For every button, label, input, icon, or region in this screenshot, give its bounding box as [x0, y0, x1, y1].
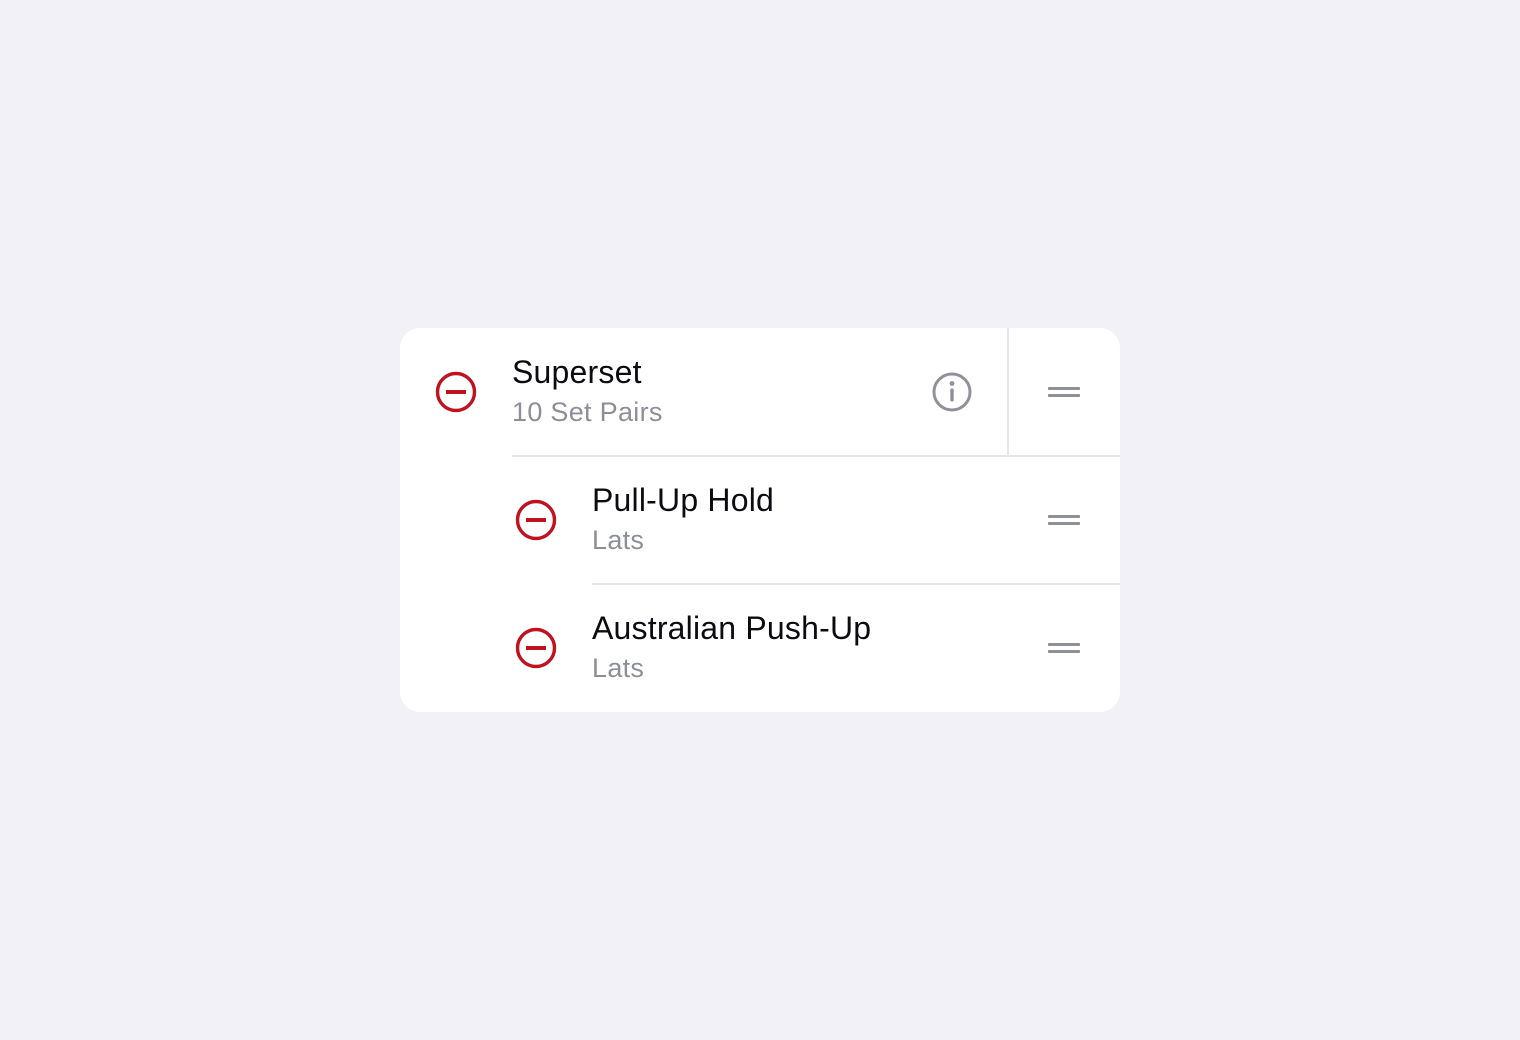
drag-handle-icon	[1048, 387, 1080, 390]
superset-title: Superset	[512, 354, 642, 390]
superset-text: Superset 10 Set Pairs	[512, 352, 663, 430]
vertical-divider	[1007, 328, 1009, 456]
exercise-name: Australian Push-Up	[592, 610, 872, 646]
superset-info-button[interactable]	[930, 370, 974, 414]
superset-drag-handle[interactable]	[1044, 378, 1084, 406]
exercise-drag-handle[interactable]	[1044, 634, 1084, 662]
exercise-row: Pull-Up Hold Lats	[400, 456, 1120, 584]
exercise-text: Australian Push-Up Lats	[592, 608, 871, 686]
superset-card: Superset 10 Set Pairs Pull-Up Hold Lats …	[400, 328, 1120, 712]
superset-row: Superset 10 Set Pairs	[400, 328, 1120, 456]
superset-subtitle: 10 Set Pairs	[512, 397, 663, 427]
minus-circle-icon	[515, 499, 557, 541]
exercise-drag-handle[interactable]	[1044, 506, 1084, 534]
drag-handle-icon	[1048, 643, 1080, 646]
drag-handle-icon	[1048, 515, 1080, 518]
delete-superset-button[interactable]	[434, 370, 478, 414]
info-icon	[932, 372, 972, 412]
exercise-name: Pull-Up Hold	[592, 482, 775, 518]
exercise-muscle: Lats	[592, 653, 645, 683]
exercise-row: Australian Push-Up Lats	[400, 584, 1120, 712]
exercise-text: Pull-Up Hold Lats	[592, 480, 774, 558]
minus-circle-icon	[435, 371, 477, 413]
delete-exercise-button[interactable]	[514, 626, 558, 670]
minus-circle-icon	[515, 627, 557, 669]
exercise-muscle: Lats	[592, 525, 645, 555]
delete-exercise-button[interactable]	[514, 498, 558, 542]
